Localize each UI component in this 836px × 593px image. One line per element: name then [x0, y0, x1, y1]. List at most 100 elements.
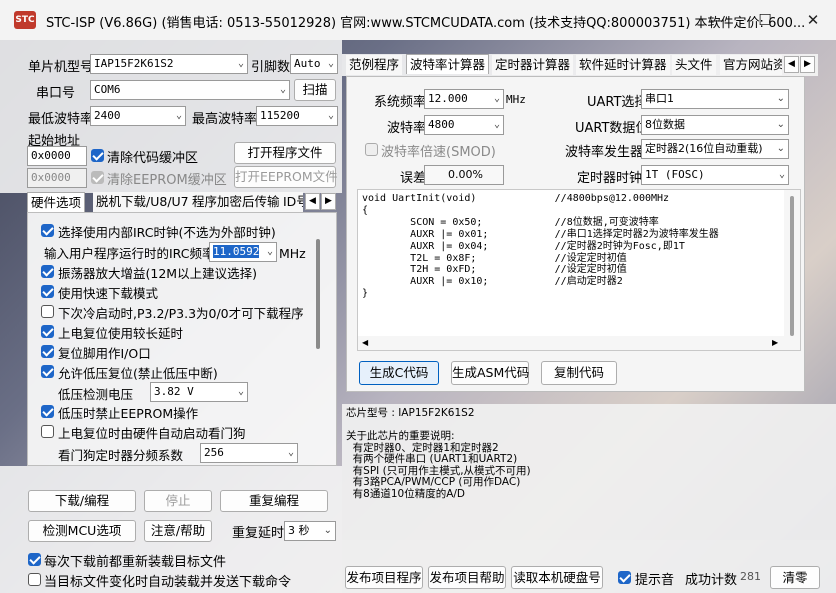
generate-c-button[interactable]: 生成C代码	[359, 361, 439, 385]
low-voltage-reset-checkbox[interactable]	[41, 365, 54, 378]
tab-examples[interactable]: 范例程序	[346, 55, 403, 75]
tab-delay-calculator[interactable]: 软件延时计算器	[576, 55, 670, 75]
success-count-label: 成功计数	[685, 573, 738, 588]
min-baud-select[interactable]: 2400 ⌄	[90, 106, 186, 126]
chevron-down-icon: ⌄	[776, 143, 785, 154]
scroll-right-icon[interactable]: ▶	[772, 338, 778, 347]
tab-baud-calculator[interactable]: 波特率计算器	[406, 54, 490, 74]
tab-scroll-left-icon[interactable]: ◀	[784, 56, 799, 73]
uart-select-label: UART选择	[587, 95, 648, 110]
chevron-down-icon: ⌄	[237, 386, 244, 397]
code-vscrollbar[interactable]	[784, 190, 800, 350]
detect-mcu-button[interactable]: 检测MCU选项	[28, 520, 136, 542]
tab-scroll-right-icon[interactable]: ▶	[800, 56, 815, 73]
osc-gain-label: 振荡器放大增益(12M以上建议选择)	[58, 266, 257, 281]
baud-double-checkbox[interactable]	[365, 143, 378, 156]
maximize-button[interactable]: ☐	[742, 0, 788, 40]
help-button[interactable]: 注意/帮助	[144, 520, 212, 542]
left-settings: 单片机型号 IAP15F2K61S2 ⌄ 引脚数 Auto ⌄ 串口号 COM6 ⌄ …	[0, 40, 342, 193]
repeat-delay-value: 3 秒	[288, 524, 310, 537]
stop-button[interactable]: 停止	[144, 490, 212, 512]
reload-each-checkbox[interactable]	[28, 553, 41, 566]
chevron-down-icon: ⌄	[778, 169, 785, 180]
system-freq-label: 系统频率	[374, 95, 427, 110]
generate-asm-button[interactable]: 生成ASM代码	[451, 361, 529, 385]
system-freq-value: 12.000	[428, 92, 468, 105]
chevron-down-icon: ⌄	[493, 93, 500, 104]
data-bits-value: 8位数据	[645, 118, 685, 131]
baud-select[interactable]: 4800 ⌄	[424, 115, 504, 135]
watchdog-divider-value: 256	[204, 446, 224, 459]
baud-label: 波特率	[387, 121, 427, 136]
scan-button[interactable]: 扫描	[294, 79, 336, 101]
clear-eeprom-checkbox[interactable]	[91, 171, 104, 184]
min-baud-value: 2400	[94, 109, 121, 122]
open-eeprom-button[interactable]: 打开EEPROM文件	[234, 166, 338, 188]
clear-code-checkbox[interactable]	[91, 149, 104, 162]
open-program-button[interactable]: 打开程序文件	[234, 142, 336, 164]
reset-io-checkbox[interactable]	[41, 345, 54, 358]
baud-value: 4800	[428, 118, 455, 131]
scroll-left-icon[interactable]: ◀	[362, 338, 368, 347]
uart-select[interactable]: 串口1 ⌄	[641, 89, 789, 109]
system-freq-select[interactable]: 12.000 ⌄	[424, 89, 504, 109]
minimize-button[interactable]: —	[694, 0, 740, 40]
mcu-select[interactable]: IAP15F2K61S2 ⌄	[90, 54, 248, 74]
cold-start-label: 下次冷启动时,P3.2/P3.3为0/0才可下载程序	[58, 306, 304, 321]
timer-clock-select[interactable]: 1T (FOSC) ⌄	[641, 165, 789, 185]
code-hscrollbar[interactable]: ◀ ▶	[358, 336, 784, 350]
chevron-down-icon: ⌄	[266, 246, 273, 257]
auto-reload-checkbox[interactable]	[28, 573, 41, 586]
tab-header-files[interactable]: 头文件	[672, 55, 716, 75]
irc-frequency-value: 11.0592	[213, 245, 260, 258]
download-button[interactable]: 下载/编程	[28, 490, 136, 512]
port-select[interactable]: COM6 ⌄	[90, 80, 290, 100]
chip-info-panel[interactable]: 芯片型号 : IAP15F2K61S2 关于此芯片的重要说明: 有定时器0、定时…	[342, 404, 836, 540]
irc-frequency-label: 输入用户程序运行时的IRC频率	[44, 246, 215, 261]
tab-offline-download[interactable]: 脱机下载/U8/U7	[93, 192, 192, 212]
mcu-label: 单片机型号	[28, 60, 94, 75]
tab-hardware-options[interactable]: 硬件选项	[27, 192, 86, 212]
data-bits-select[interactable]: 8位数据 ⌄	[641, 115, 789, 135]
watchdog-divider-select[interactable]: 256 ⌄	[200, 443, 298, 463]
reprogram-button[interactable]: 重复编程	[220, 490, 328, 512]
irc-frequency-select[interactable]: 11.0592 ⌄	[209, 242, 277, 262]
baud-generator-select[interactable]: 定时器2(16位自动重载) ⌄	[641, 139, 789, 159]
eeprom-address-input[interactable]: 0x0000	[27, 168, 87, 188]
clear-count-button[interactable]: 清零	[770, 566, 820, 589]
min-baud-label: 最低波特率	[28, 112, 94, 127]
tab-timer-calculator[interactable]: 定时器计算器	[492, 55, 574, 75]
publish-program-button[interactable]: 发布项目程序	[345, 566, 423, 589]
tab-id[interactable]: ID号	[283, 192, 303, 212]
tab-encrypted-transfer[interactable]: 程序加密后传输	[189, 192, 283, 212]
port-value: COM6	[94, 83, 121, 96]
reset-long-delay-checkbox[interactable]	[41, 325, 54, 338]
beep-checkbox[interactable]	[618, 571, 631, 584]
baud-generator-label: 波特率发生器	[565, 145, 644, 160]
watchdog-checkbox[interactable]	[41, 425, 54, 438]
pin-label: 引脚数	[251, 60, 291, 75]
options-scrollbar[interactable]	[316, 239, 320, 349]
code-vscroll-thumb[interactable]	[790, 196, 794, 336]
fast-download-checkbox[interactable]	[41, 285, 54, 298]
internal-irc-checkbox[interactable]	[41, 224, 54, 237]
publish-help-button[interactable]: 发布项目帮助	[428, 566, 506, 589]
low-voltage-select[interactable]: 3.82 V ⌄	[150, 382, 248, 402]
tab-scroll-right-icon[interactable]: ▶	[321, 193, 336, 210]
read-disk-button[interactable]: 读取本机硬盘号	[511, 566, 603, 589]
lv-eeprom-checkbox[interactable]	[41, 405, 54, 418]
pin-select[interactable]: Auto ⌄	[290, 54, 338, 74]
app-icon: STC	[14, 11, 36, 29]
tab-scroll-left-icon[interactable]: ◀	[305, 193, 320, 210]
max-baud-select[interactable]: 115200 ⌄	[256, 106, 338, 126]
copy-code-button[interactable]: 复制代码	[541, 361, 617, 385]
chevron-down-icon: ⌄	[776, 93, 785, 104]
close-button[interactable]: ✕	[790, 0, 836, 40]
cold-start-checkbox[interactable]	[41, 305, 54, 318]
chevron-down-icon: ⌄	[327, 58, 334, 69]
osc-gain-checkbox[interactable]	[41, 265, 54, 278]
start-address-input[interactable]: 0x0000	[27, 146, 87, 166]
tab-official-site[interactable]: 官方网站资	[720, 55, 782, 75]
code-output[interactable]: void UartInit(void) //4800bps@12.000MHz …	[357, 189, 801, 351]
repeat-delay-select[interactable]: 3 秒 ⌄	[284, 521, 336, 541]
